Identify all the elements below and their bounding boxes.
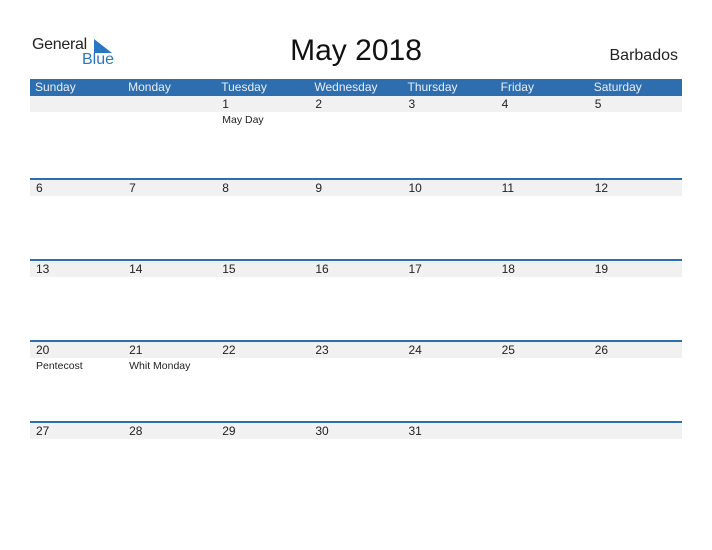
day-cell: 11 (496, 180, 589, 196)
day-number: 14 (129, 262, 143, 276)
day-cell (30, 96, 123, 126)
day-cell: 25 (496, 342, 589, 372)
day-cell: 8 (216, 180, 309, 196)
day-number: 18 (501, 262, 515, 276)
day-cell: 12 (589, 180, 682, 196)
calendar-title: May 2018 (290, 34, 422, 67)
day-cell: 22 (216, 342, 309, 372)
holiday-label: May Day (222, 114, 264, 126)
day-number: 11 (501, 181, 515, 195)
day-number: 2 (315, 97, 323, 111)
weekday-friday: Friday (500, 80, 534, 94)
week-row: 1 May Day 2 3 4 5 (30, 96, 682, 178)
day-cell: 1 May Day (216, 96, 309, 126)
week-row: 20 Pentecost 21 Whit Monday 22 23 24 25 26 (30, 340, 682, 421)
day-number: 27 (36, 424, 50, 438)
day-number: 8 (222, 181, 229, 195)
country-label: Barbados (609, 47, 679, 64)
day-cell: 2 (309, 96, 402, 126)
weekday-sunday: Sunday (35, 80, 76, 94)
day-number: 4 (501, 97, 509, 111)
weekday-saturday: Saturday (593, 80, 642, 94)
week-row: 13 14 15 16 17 18 19 (30, 259, 682, 340)
day-number: 20 (36, 343, 50, 357)
day-cell: 24 (403, 342, 496, 372)
day-number (129, 96, 216, 112)
weekday-monday: Monday (128, 80, 171, 94)
day-number: 30 (315, 424, 329, 438)
holiday-label: Pentecost (36, 360, 83, 372)
day-cell: 14 (123, 261, 216, 277)
day-cell: 20 Pentecost (30, 342, 123, 372)
day-cell: 5 (589, 96, 682, 126)
day-cell: 10 (403, 180, 496, 196)
day-number: 24 (408, 343, 422, 357)
day-number (36, 96, 123, 112)
holiday-label: Whit Monday (129, 360, 191, 372)
day-cell: 3 (403, 96, 496, 126)
day-number: 6 (36, 181, 43, 195)
day-cell: 18 (496, 261, 589, 277)
day-cell: 29 (216, 423, 309, 439)
day-cell: 7 (123, 180, 216, 196)
calendar-grid: Sunday Monday Tuesday Wednesday Thursday… (30, 79, 682, 502)
day-number: 25 (501, 343, 515, 357)
day-cell: 9 (309, 180, 402, 196)
day-number: 29 (222, 424, 236, 438)
day-cell: 4 (496, 96, 589, 126)
day-number: 31 (408, 424, 422, 438)
weekday-wednesday: Wednesday (314, 80, 378, 94)
day-number: 19 (594, 262, 609, 276)
day-number (595, 423, 682, 439)
day-number: 15 (222, 262, 236, 276)
day-number: 26 (594, 343, 609, 357)
day-number (502, 423, 589, 439)
day-cell: 13 (30, 261, 123, 277)
day-cell: 17 (403, 261, 496, 277)
day-number: 12 (594, 181, 609, 195)
day-number: 7 (129, 181, 136, 195)
day-cell (496, 423, 589, 439)
day-cell: 23 (309, 342, 402, 372)
day-cell (589, 423, 682, 439)
day-number: 5 (594, 97, 602, 111)
weekday-header: Sunday Monday Tuesday Wednesday Thursday… (30, 79, 682, 96)
day-cell: 19 (589, 261, 682, 277)
weekday-tuesday: Tuesday (221, 80, 267, 94)
week-row: 27 28 29 30 31 (30, 421, 682, 502)
day-cell: 31 (403, 423, 496, 439)
day-number: 3 (408, 97, 416, 111)
weekday-thursday: Thursday (407, 80, 458, 94)
day-cell: 26 (589, 342, 682, 372)
day-cell: 27 (30, 423, 123, 439)
day-cell: 6 (30, 180, 123, 196)
day-number: 13 (36, 262, 50, 276)
day-number: 9 (315, 181, 323, 195)
day-cell: 21 Whit Monday (123, 342, 216, 372)
day-number: 16 (315, 262, 329, 276)
day-cell: 30 (309, 423, 402, 439)
day-cell: 16 (309, 261, 402, 277)
day-number: 23 (315, 343, 329, 357)
day-cell (123, 96, 216, 126)
day-cell: 28 (123, 423, 216, 439)
day-number: 28 (129, 424, 143, 438)
day-number: 21 (129, 343, 143, 357)
week-row: 6 7 8 9 10 11 12 (30, 178, 682, 259)
day-number: 10 (408, 181, 422, 195)
day-number: 17 (408, 262, 422, 276)
day-number: 1 (222, 97, 229, 111)
day-cell: 15 (216, 261, 309, 277)
day-number: 22 (222, 343, 236, 357)
